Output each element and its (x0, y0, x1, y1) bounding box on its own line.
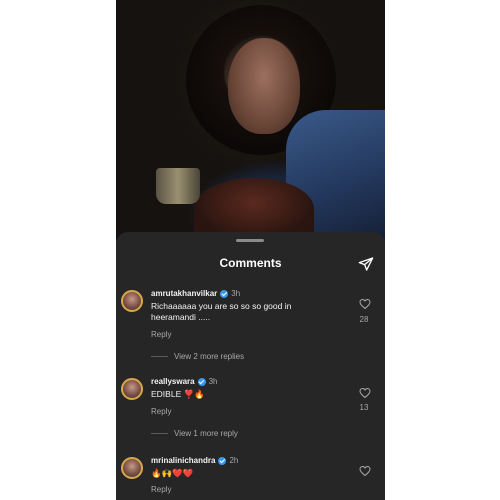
view-more-replies[interactable]: View 2 more replies (151, 352, 244, 361)
comment-text: Richaaaaaa you are so so so good in heer… (151, 301, 292, 322)
like-count: 28 (359, 315, 369, 324)
sheet-title: Comments (219, 256, 282, 270)
comment-time: 3h (231, 289, 241, 298)
avatar[interactable] (121, 290, 143, 312)
reply-button[interactable]: Reply (151, 407, 171, 416)
comment-time: 2h (229, 456, 239, 465)
replies-divider (151, 433, 168, 434)
comments-sheet: Comments amrutakhanvilkar 3h Richaaaaaa … (116, 232, 385, 500)
comment-header: reallyswara 3h (151, 377, 218, 386)
phone-screen: Comments amrutakhanvilkar 3h Richaaaaaa … (116, 0, 385, 500)
photo-goblet (156, 168, 200, 204)
heart-outline-icon[interactable] (359, 387, 371, 399)
view-more-replies-label: View 2 more replies (174, 352, 245, 361)
username-link[interactable]: amrutakhanvilkar (151, 289, 217, 298)
comment-time: 3h (208, 377, 218, 386)
like-count: 13 (359, 403, 369, 412)
heart-outline-icon[interactable] (359, 465, 371, 477)
post-photo[interactable] (116, 0, 385, 240)
reply-button[interactable]: Reply (151, 330, 171, 339)
verified-badge-icon (220, 289, 229, 298)
heart-outline-icon[interactable] (359, 298, 371, 310)
reply-button[interactable]: Reply (151, 485, 171, 494)
comment-text: EDIBLE ❣️🔥 (151, 389, 205, 399)
username-link[interactable]: mrinalinichandra (151, 456, 215, 465)
view-more-replies[interactable]: View 1 more reply (151, 429, 238, 438)
avatar[interactable] (121, 457, 143, 479)
comment-header: mrinalinichandra 2h (151, 456, 238, 465)
comment-text: 🔥🙌❤️❤️ (151, 468, 194, 478)
photo-face (228, 38, 300, 134)
photo-cushion (194, 178, 314, 240)
verified-badge-icon (218, 456, 227, 465)
username-link[interactable]: reallyswara (151, 377, 195, 386)
replies-divider (151, 356, 168, 357)
view-more-replies-label: View 1 more reply (174, 429, 238, 438)
sheet-drag-handle[interactable] (236, 239, 264, 242)
paper-plane-icon[interactable] (358, 256, 374, 272)
verified-badge-icon (197, 377, 206, 386)
comment-header: amrutakhanvilkar 3h (151, 289, 240, 298)
avatar[interactable] (121, 378, 143, 400)
